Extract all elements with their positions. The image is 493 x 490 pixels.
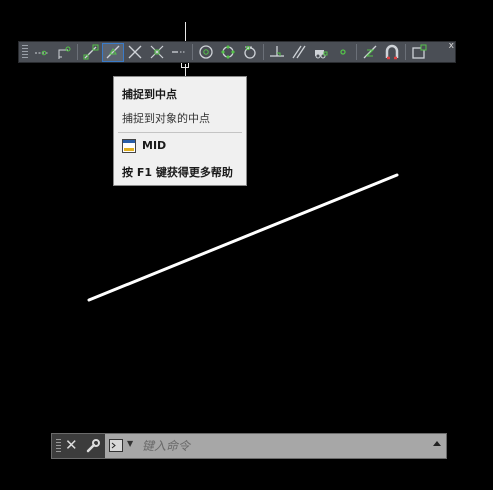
node-icon [340,49,346,55]
perpendicular-icon [270,46,284,57]
osnap-tooltip: 捕捉到中点 捕捉到对象的中点 MID 按 F1 键获得更多帮助 [113,76,247,186]
extension-button[interactable] [168,43,190,62]
tooltip-help-hint: 按 F1 键获得更多帮助 [122,166,233,179]
insert-button[interactable] [310,43,332,62]
command-line-grip-handle[interactable] [56,439,61,453]
endpoint-button[interactable] [80,43,102,62]
tooltip-command-name: MID [142,139,167,152]
line-entity[interactable] [87,173,399,302]
insert-icon [315,50,328,59]
osnap-settings-button[interactable] [408,43,430,62]
toolbar-separator [192,44,193,60]
apparent-intersection-button[interactable] [146,43,168,62]
extension-icon [172,51,186,53]
intersection-button[interactable] [124,43,146,62]
nearest-button[interactable] [359,43,381,62]
temporary-track-icon [35,50,49,56]
toolbar-separator [405,44,406,60]
snap-from-button[interactable] [53,43,75,62]
snap-from-icon [58,46,71,59]
osnap-settings-icon [412,44,427,59]
midpoint-icon [106,45,120,59]
command-window-icon [122,139,136,153]
snap-none-button[interactable] [381,43,403,62]
close-icon[interactable]: ✕ [65,436,78,454]
tooltip-divider [118,132,242,133]
command-line-controls: ✕ [52,434,105,458]
chevron-up-icon[interactable] [433,441,441,446]
center-button[interactable] [195,43,217,62]
crosshair-cursor [185,22,186,41]
command-line: ✕ ▼ [51,433,447,459]
wrench-icon[interactable] [85,438,101,454]
quadrant-button[interactable] [217,43,239,62]
tangent-icon [244,45,256,59]
quadrant-icon [221,45,235,59]
nearest-icon [363,45,377,59]
parallel-icon [292,45,306,59]
tooltip-title: 捕捉到中点 [122,88,177,101]
temporary-track-button[interactable] [31,43,53,62]
midpoint-button[interactable] [102,42,124,62]
perpendicular-button[interactable] [266,43,288,62]
toolbar-separator [77,44,78,60]
toolbar-grip-handle[interactable] [22,45,28,59]
object-snap-toolbar: x [18,41,456,63]
toolbar-separator [356,44,357,60]
snap-none-icon [385,44,399,60]
intersection-icon [128,45,142,59]
parallel-button[interactable] [288,43,310,62]
command-input[interactable] [140,435,434,457]
endpoint-icon [83,44,99,60]
toolbar-separator [263,44,264,60]
tangent-button[interactable] [239,43,261,62]
drawing-canvas[interactable] [0,0,493,490]
tooltip-description: 捕捉到对象的中点 [122,112,210,125]
apparent-intersection-icon [150,45,164,59]
node-button[interactable] [332,43,354,62]
center-icon [199,45,213,59]
chevron-down-icon[interactable]: ▼ [127,439,133,448]
recent-commands-icon[interactable] [109,439,123,452]
toolbar-close-icon[interactable]: x [449,42,454,51]
